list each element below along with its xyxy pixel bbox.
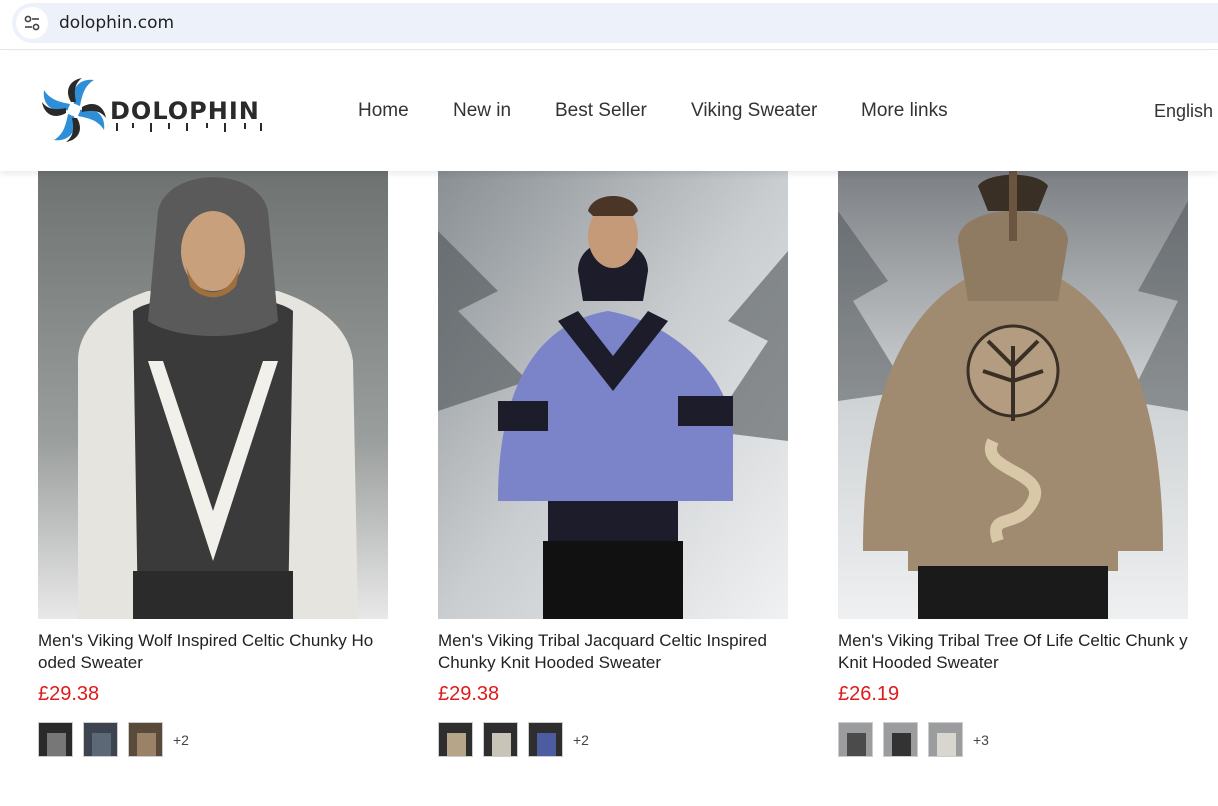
- variant-swatch[interactable]: [438, 722, 473, 757]
- pinwheel-logo-icon: [42, 78, 106, 142]
- nav-best-seller[interactable]: Best Seller: [555, 100, 647, 122]
- variant-swatches: +2: [38, 722, 189, 757]
- logo-wordmark: DOLOPHIN: [110, 97, 262, 132]
- nav-viking-sweater[interactable]: Viking Sweater: [691, 100, 817, 122]
- variant-swatch[interactable]: [38, 722, 73, 757]
- price-value: 26.19: [849, 683, 900, 705]
- site-header: DOLOPHIN Home New in Best Seller Viking …: [0, 51, 1218, 171]
- price-value: 29.38: [49, 683, 100, 705]
- variant-swatches: +2: [438, 722, 589, 757]
- nav-more-links[interactable]: More links: [861, 100, 948, 122]
- product-price: £29.38: [438, 683, 499, 706]
- address-bar[interactable]: dolophin.com: [12, 3, 1218, 43]
- brand-logo[interactable]: DOLOPHIN: [40, 73, 275, 148]
- product-image[interactable]: [838, 171, 1188, 619]
- variant-swatch[interactable]: [83, 722, 118, 757]
- variant-swatch[interactable]: [883, 722, 918, 757]
- product-price: £29.38: [38, 683, 99, 706]
- variant-swatch[interactable]: [928, 722, 963, 757]
- more-variants-count[interactable]: +2: [173, 732, 189, 748]
- url-text[interactable]: dolophin.com: [59, 13, 174, 33]
- product-card[interactable]: Men's Viking Wolf Inspired Celtic Chunky…: [38, 171, 388, 757]
- product-price: £26.19: [838, 683, 899, 706]
- product-title[interactable]: Men's Viking Tribal Tree Of Life Celtic …: [838, 630, 1190, 674]
- product-image[interactable]: [438, 171, 788, 619]
- product-card[interactable]: Men's Viking Tribal Tree Of Life Celtic …: [838, 171, 1188, 757]
- drips-decoration: [116, 122, 262, 132]
- more-variants-count[interactable]: +3: [973, 732, 989, 748]
- language-selector[interactable]: English: [1154, 101, 1213, 122]
- more-variants-count[interactable]: +2: [573, 732, 589, 748]
- variant-swatch[interactable]: [483, 722, 518, 757]
- product-title[interactable]: Men's Viking Tribal Jacquard Celtic Insp…: [438, 630, 790, 674]
- variant-swatch[interactable]: [128, 722, 163, 757]
- product-title[interactable]: Men's Viking Wolf Inspired Celtic Chunky…: [38, 630, 390, 674]
- currency-symbol: £: [38, 683, 50, 705]
- product-image[interactable]: [38, 171, 388, 619]
- nav-home[interactable]: Home: [358, 100, 409, 122]
- nav-new-in[interactable]: New in: [453, 100, 511, 122]
- tune-icon[interactable]: [16, 7, 48, 39]
- variant-swatch[interactable]: [528, 722, 563, 757]
- variant-swatch[interactable]: [838, 722, 873, 757]
- variant-swatches: +3: [838, 722, 989, 757]
- browser-url-bar: dolophin.com: [0, 0, 1218, 50]
- currency-symbol: £: [438, 683, 450, 705]
- currency-symbol: £: [838, 683, 850, 705]
- price-value: 29.38: [449, 683, 500, 705]
- product-card[interactable]: Men's Viking Tribal Jacquard Celtic Insp…: [438, 171, 788, 757]
